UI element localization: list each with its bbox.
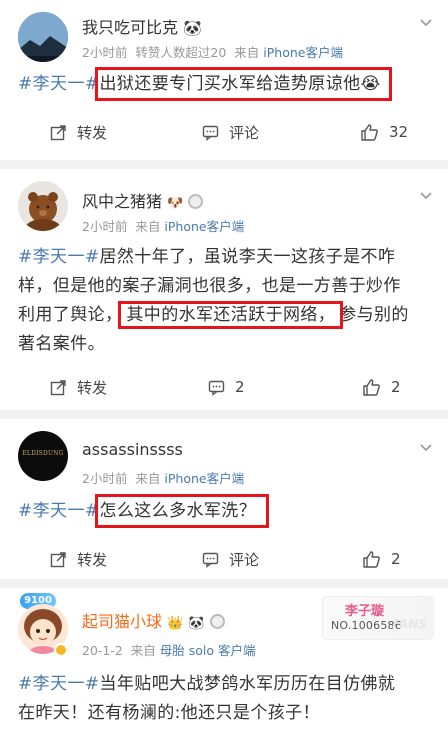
action-bar: 转发 评论 32 xyxy=(0,112,448,152)
username[interactable]: 我只吃可比克 🐼 xyxy=(82,14,202,38)
fan-card-name: 李子璇 xyxy=(345,604,385,619)
thumbs-up-icon xyxy=(363,378,380,396)
share-icon xyxy=(50,379,66,395)
avatar-logo-text: ELDISDUNG xyxy=(22,450,64,457)
comment-icon xyxy=(208,380,225,396)
topic-tag[interactable]: #李天一# xyxy=(18,74,100,94)
post-separator xyxy=(0,579,448,588)
avatar[interactable]: ELDISDUNG xyxy=(18,431,68,481)
post-3: ELDISDUNG assassinssss 2小时前 来自 iPhone客户端… xyxy=(0,419,448,579)
comment-icon xyxy=(202,552,219,568)
avatar[interactable] xyxy=(18,12,68,62)
post-separator xyxy=(0,160,448,169)
post-2: 风中之猪猪 🐶 2小时前 来自 iPhone客户端 #李天一#居然十年了，虽说李… xyxy=(0,169,448,410)
repost-button[interactable]: 转发 xyxy=(50,539,107,579)
source-link[interactable]: iPhone客户端 xyxy=(164,219,244,234)
comment-button[interactable]: 评论 xyxy=(202,539,259,579)
post-text: #李天一#当年贴吧大战梦鸽水军历历在目仿佛就 在昨天！还有杨澜的:他还只是个孩子… xyxy=(18,674,396,723)
topic-tag[interactable]: #李天一# xyxy=(18,501,100,521)
source-link[interactable]: 母胎 solo 客户端 xyxy=(160,643,256,658)
verified-badge-icon xyxy=(54,643,68,657)
post-1: 我只吃可比克 🐼 2小时前 转赞人数超过20 来自 iPhone客户端 #李天一… xyxy=(0,0,448,160)
username[interactable]: 风中之猪猪 🐶 xyxy=(82,188,204,212)
medal-icon xyxy=(188,194,204,209)
like-button[interactable]: 2 xyxy=(362,367,401,407)
fan-card-fans-label: FANS xyxy=(392,617,427,631)
chevron-down-icon[interactable] xyxy=(418,187,434,203)
comment-button[interactable]: 评论 xyxy=(202,112,259,152)
like-button[interactable]: 2 xyxy=(362,539,401,579)
avatar-landscape-image xyxy=(18,12,68,62)
highlight-box: 其中的水军还活跃于网络， xyxy=(118,301,344,329)
post-text: #李天一#居然十年了，虽说李天一这孩子是不咋 样，但是他的案子漏洞也很多，也是一… xyxy=(18,247,409,354)
dog-icon: 🐶 xyxy=(167,196,184,211)
post-meta: 20-1-2 来自 母胎 solo 客户端 xyxy=(82,643,256,658)
topic-tag[interactable]: #李天一# xyxy=(18,674,100,694)
share-icon xyxy=(50,551,66,567)
thumbs-up-icon xyxy=(363,550,380,568)
share-icon xyxy=(50,124,66,140)
avatar[interactable] xyxy=(18,181,68,231)
repost-button[interactable]: 转发 xyxy=(50,367,107,407)
post-meta: 2小时前 来自 iPhone客户端 xyxy=(82,219,245,234)
like-button[interactable]: 32 xyxy=(360,112,408,152)
post-4: 9100 起司猫小球 👑 🐼 20-1-2 来自 母胎 solo 客户端 李子璇… xyxy=(0,588,448,730)
chevron-down-icon[interactable] xyxy=(418,439,434,455)
comment-icon xyxy=(202,125,219,141)
highlight-box: 怎么这么多水军洗？ xyxy=(94,494,270,528)
username[interactable]: 起司猫小球 👑 🐼 xyxy=(82,608,225,632)
fan-card[interactable]: 李子璇 NO.1006586 FANS xyxy=(322,596,434,640)
panda-icon: 🐼 xyxy=(188,616,205,631)
crying-emoji-icon: 😭 xyxy=(360,74,381,94)
post-meta: 2小时前 来自 iPhone客户端 xyxy=(82,471,245,486)
avatar-bear-image xyxy=(18,181,68,231)
action-bar: 转发 2 2 xyxy=(0,367,448,407)
comment-button[interactable]: 2 xyxy=(208,367,245,407)
panda-icon: 🐼 xyxy=(183,19,202,37)
source-link[interactable]: iPhone客户端 xyxy=(263,45,343,60)
post-text: #李天一#怎么这么多水军洗？ xyxy=(18,494,436,528)
chevron-down-icon[interactable] xyxy=(418,14,434,30)
highlight-box: 出狱还要专门买水军给造势原谅他😭 xyxy=(94,67,392,101)
crown-icon: 👑 xyxy=(167,616,184,631)
action-bar: 转发 评论 2 xyxy=(0,539,448,579)
thumbs-up-icon xyxy=(361,123,378,141)
repost-button[interactable]: 转发 xyxy=(50,112,107,152)
post-separator xyxy=(0,410,448,419)
topic-tag[interactable]: #李天一# xyxy=(18,247,100,267)
username[interactable]: assassinssss xyxy=(82,440,183,459)
post-text: #李天一#出狱还要专门买水军给造势原谅他😭 xyxy=(18,67,436,101)
source-link[interactable]: iPhone客户端 xyxy=(164,471,244,486)
fan-card-number: NO.1006586 xyxy=(331,619,402,632)
medal-icon xyxy=(209,614,225,629)
post-meta: 2小时前 转赞人数超过20 来自 iPhone客户端 xyxy=(82,45,343,60)
